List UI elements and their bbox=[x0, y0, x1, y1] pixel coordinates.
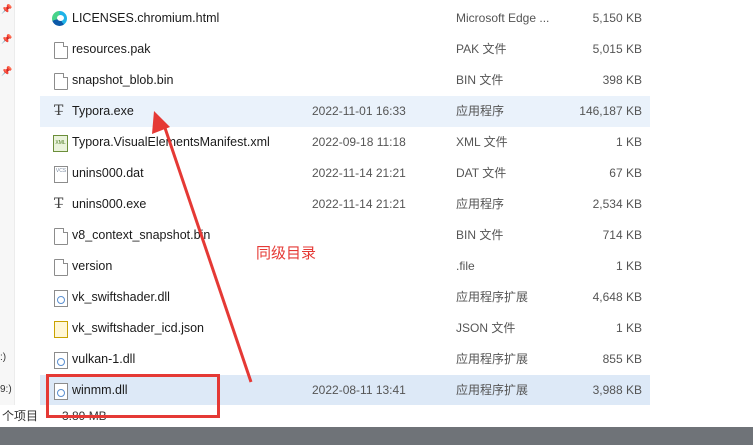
file-row[interactable]: XML Typora.VisualElementsManifest.xml 20… bbox=[40, 127, 650, 158]
file-type: 应用程序 bbox=[456, 197, 505, 211]
item-count: 个项目 bbox=[2, 409, 39, 423]
file-size: 4,648 KB bbox=[592, 290, 642, 304]
file-name: vk_swiftshader_icd.json bbox=[72, 321, 205, 335]
taskbar bbox=[0, 427, 753, 445]
drive-label[interactable]: :) bbox=[0, 352, 6, 363]
file-size: 3,988 KB bbox=[592, 383, 642, 397]
typora-icon: T̶ bbox=[54, 196, 64, 212]
dll-icon bbox=[52, 289, 68, 307]
file-icon bbox=[52, 258, 68, 276]
file-date: 2022-08-11 13:41 bbox=[312, 383, 406, 397]
file-size: 5,150 KB bbox=[592, 11, 642, 25]
file-row[interactable]: v8_context_snapshot.bin BIN 文件 714 KB bbox=[40, 220, 650, 251]
file-name: LICENSES.chromium.html bbox=[72, 11, 220, 25]
pin-icon: 📌 bbox=[1, 4, 13, 14]
file-type: 应用程序扩展 bbox=[456, 352, 529, 366]
file-row[interactable]: vulkan-1.dll 应用程序扩展 855 KB bbox=[40, 344, 650, 375]
file-name: snapshot_blob.bin bbox=[72, 73, 174, 87]
file-date: 2022-11-14 21:21 bbox=[312, 197, 406, 211]
dat-icon: VCS bbox=[52, 165, 68, 183]
file-row[interactable]: LICENSES.chromium.html Microsoft Edge ..… bbox=[40, 3, 650, 34]
file-name: Typora.VisualElementsManifest.xml bbox=[72, 135, 270, 149]
file-size: 855 KB bbox=[602, 352, 642, 366]
file-icon bbox=[52, 41, 68, 59]
file-name: vk_swiftshader.dll bbox=[72, 290, 170, 304]
pin-icon: 📌 bbox=[1, 34, 13, 44]
file-type: PAK 文件 bbox=[456, 42, 507, 56]
file-type: 应用程序扩展 bbox=[456, 383, 529, 397]
annotation-label: 同级目录 bbox=[256, 244, 317, 262]
file-type: DAT 文件 bbox=[456, 166, 507, 180]
file-name: v8_context_snapshot.bin bbox=[72, 228, 211, 242]
edge-icon bbox=[52, 10, 68, 27]
file-row[interactable]: VCS unins000.dat 2022-11-14 21:21 DAT 文件… bbox=[40, 158, 650, 189]
file-row[interactable]: snapshot_blob.bin BIN 文件 398 KB bbox=[40, 65, 650, 96]
file-date: 2022-09-18 11:18 bbox=[312, 135, 406, 149]
file-date: 2022-11-01 16:33 bbox=[312, 104, 406, 118]
file-list: LICENSES.chromium.html Microsoft Edge ..… bbox=[40, 3, 650, 406]
json-icon bbox=[52, 320, 68, 338]
file-size: 398 KB bbox=[602, 73, 642, 87]
file-row[interactable]: vk_swiftshader.dll 应用程序扩展 4,648 KB bbox=[40, 282, 650, 313]
file-row-typora-exe[interactable]: T̶ Typora.exe 2022-11-01 16:33 应用程序 146,… bbox=[40, 96, 650, 127]
file-name: unins000.dat bbox=[72, 166, 144, 180]
file-type: Microsoft Edge ... bbox=[456, 11, 550, 25]
typora-icon: T̶ bbox=[54, 103, 64, 119]
dll-icon bbox=[52, 351, 68, 369]
file-size: 1 KB bbox=[615, 259, 642, 273]
file-type: JSON 文件 bbox=[456, 321, 516, 335]
file-name: vulkan-1.dll bbox=[72, 352, 136, 366]
pin-icon: 📌 bbox=[1, 66, 13, 76]
file-date: 2022-11-14 21:21 bbox=[312, 166, 406, 180]
file-type: 应用程序 bbox=[456, 104, 505, 118]
drive-label[interactable]: 9:) bbox=[0, 384, 12, 395]
file-row[interactable]: T̶ unins000.exe 2022-11-14 21:21 应用程序 2,… bbox=[40, 189, 650, 220]
file-size: 2,534 KB bbox=[592, 197, 642, 211]
file-size: 714 KB bbox=[602, 228, 642, 242]
file-type: BIN 文件 bbox=[456, 228, 504, 242]
file-size: 5,015 KB bbox=[592, 42, 642, 56]
file-row[interactable]: vk_swiftshader_icd.json JSON 文件 1 KB bbox=[40, 313, 650, 344]
file-name: Typora.exe bbox=[72, 104, 134, 118]
navigation-pane[interactable]: 📌 📌 📌 :) 9:) bbox=[0, 0, 15, 405]
file-name: unins000.exe bbox=[72, 197, 147, 211]
file-icon bbox=[52, 72, 68, 90]
file-type: .file bbox=[456, 259, 475, 273]
xml-icon: XML bbox=[52, 134, 68, 152]
highlight-box bbox=[46, 374, 220, 418]
file-name: version bbox=[72, 259, 113, 273]
file-size: 1 KB bbox=[615, 135, 642, 149]
file-type: 应用程序扩展 bbox=[456, 290, 529, 304]
file-icon bbox=[52, 227, 68, 245]
file-type: BIN 文件 bbox=[456, 73, 504, 87]
file-name: resources.pak bbox=[72, 42, 151, 56]
file-size: 1 KB bbox=[615, 321, 642, 335]
file-type: XML 文件 bbox=[456, 135, 508, 149]
file-row[interactable]: resources.pak PAK 文件 5,015 KB bbox=[40, 34, 650, 65]
file-size: 67 KB bbox=[609, 166, 642, 180]
file-size: 146,187 KB bbox=[579, 104, 642, 118]
file-row[interactable]: version .file 1 KB bbox=[40, 251, 650, 282]
